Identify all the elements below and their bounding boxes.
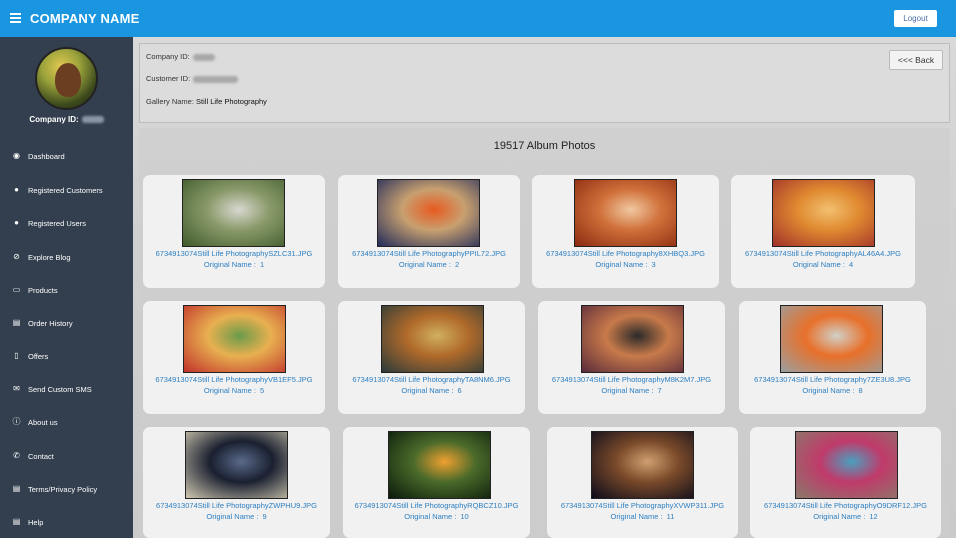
sidebar-item-label: Offers xyxy=(28,352,49,361)
photo-thumbnail[interactable] xyxy=(185,431,288,499)
photo-card[interactable]: 6734913074Still Life PhotographySZLC31.J… xyxy=(143,175,325,288)
photo-thumbnail[interactable] xyxy=(388,431,491,499)
photo-thumbnail[interactable] xyxy=(574,179,677,247)
gallery-name: Still Life Photography xyxy=(196,97,267,106)
photo-card[interactable]: 6734913074Still Life PhotographyVB1EF5.J… xyxy=(143,301,325,414)
gallery-name-line: Gallery Name: Still Life Photography xyxy=(146,97,267,106)
sidebar-item-send-custom-sms[interactable]: ✉ Send Custom SMS xyxy=(0,378,133,400)
sidebar-item-order-history[interactable]: ▤ Order History xyxy=(0,312,133,334)
photo-thumbnail[interactable] xyxy=(183,305,286,373)
sidebar-item-contact[interactable]: ✆ Contact xyxy=(0,445,133,467)
photo-thumbnail[interactable] xyxy=(795,431,898,499)
photo-thumbnail[interactable] xyxy=(182,179,285,247)
sidebar-item-terms-privacy-policy[interactable]: ▤ Terms/Privacy Policy xyxy=(0,478,133,500)
photo-filename[interactable]: 6734913074Still Life PhotographySZLC31.J… xyxy=(143,249,325,258)
photo-original-name: Original Name :9 xyxy=(206,512,267,521)
photo-filename[interactable]: 6734913074Still Life Photography8XHBQ3.J… xyxy=(532,249,719,258)
photo-thumbnail[interactable] xyxy=(381,305,484,373)
photo-thumbnail[interactable] xyxy=(772,179,875,247)
photo-original-name: Original Name :11 xyxy=(610,512,675,521)
photo-filename[interactable]: 6734913074Still Life PhotographyO9DRF12.… xyxy=(750,501,941,510)
sidebar-item-label: Registered Users xyxy=(28,219,86,228)
photo-filename[interactable]: 6734913074Still Life PhotographyRQBCZ10.… xyxy=(343,501,530,510)
photo-filename[interactable]: 6734913074Still Life PhotographyPPIL72.J… xyxy=(338,249,520,258)
dashboard-icon: ◉ xyxy=(13,151,20,160)
photo-filename[interactable]: 6734913074Still Life PhotographyAL46A4.J… xyxy=(731,249,915,258)
photo-thumbnail[interactable] xyxy=(780,305,883,373)
sidebar-item-label: Contact xyxy=(28,452,54,461)
sidebar-item-label: Help xyxy=(28,518,44,527)
menu-icon[interactable] xyxy=(10,13,21,23)
customer-id-line: Customer ID: xyxy=(146,74,239,83)
sidebar-item-label: About us xyxy=(28,418,58,427)
sidebar-item-label: Order History xyxy=(28,319,73,328)
sidebar-item-help[interactable]: ▤ Help xyxy=(0,511,133,533)
brand-name[interactable]: COMPANY NAME xyxy=(30,11,140,26)
sidebar: Company ID: ◉ Dashboard ● Registered Custom… xyxy=(0,37,133,538)
envelope-icon: ✉ xyxy=(13,384,20,393)
photo-card[interactable]: 6734913074Still Life PhotographyTA8NM6.J… xyxy=(338,301,525,414)
photo-filename[interactable]: 6734913074Still Life PhotographyZWPHU9.J… xyxy=(143,501,330,510)
photo-original-name: Original Name :2 xyxy=(398,260,460,269)
photo-thumbnail[interactable] xyxy=(591,431,694,499)
sidebar-item-label: Products xyxy=(28,286,58,295)
sidebar-item-registered-customers[interactable]: ● Registered Customers xyxy=(0,179,133,201)
photo-card[interactable]: 6734913074Still Life PhotographyRQBCZ10.… xyxy=(343,427,530,538)
photo-original-name: Original Name :12 xyxy=(813,512,878,521)
album-count: 19517 Album Photos xyxy=(493,140,596,152)
help-document-icon: ▤ xyxy=(12,517,21,526)
photo-thumbnail[interactable] xyxy=(377,179,480,247)
sidebar-item-label: Terms/Privacy Policy xyxy=(28,485,98,494)
document-icon: ▤ xyxy=(12,484,21,493)
avatar xyxy=(35,47,98,110)
photo-original-name: Original Name :1 xyxy=(203,260,265,269)
company-id-line: Company ID: xyxy=(146,52,215,61)
photo-original-name: Original Name :4 xyxy=(792,260,854,269)
photo-card[interactable]: 6734913074Still Life PhotographyXVWP311.… xyxy=(547,427,738,538)
sidebar-item-label: Registered Customers xyxy=(28,186,103,195)
logout-button[interactable]: Logout xyxy=(894,10,937,27)
photo-thumbnail[interactable] xyxy=(581,305,684,373)
back-button[interactable]: <<< Back xyxy=(889,50,943,70)
photo-original-name: Original Name :8 xyxy=(802,386,863,395)
photo-card[interactable]: 6734913074Still Life PhotographyO9DRF12.… xyxy=(750,427,941,538)
photo-original-name: Original Name :5 xyxy=(203,386,265,395)
sidebar-item-about-us[interactable]: ⓘ About us xyxy=(0,411,133,433)
info-icon: ⓘ xyxy=(12,417,21,426)
sidebar-item-products[interactable]: ▭ Products xyxy=(0,279,133,301)
photo-card[interactable]: 6734913074Still Life PhotographyM8K2M7.J… xyxy=(538,301,725,414)
book-icon: ▤ xyxy=(12,318,21,327)
info-panel: Company ID: Customer ID: Gallery Name: S… xyxy=(139,43,950,123)
photo-filename[interactable]: 6734913074Still Life PhotographyXVWP311.… xyxy=(547,501,738,510)
phone-icon: ✆ xyxy=(13,451,20,460)
sidebar-company-id: Company ID: xyxy=(0,115,133,124)
sidebar-item-label: Send Custom SMS xyxy=(28,385,92,394)
photo-original-name: Original Name :7 xyxy=(601,386,662,395)
photo-original-name: Original Name :3 xyxy=(595,260,656,269)
photo-card[interactable]: 6734913074Still Life Photography8XHBQ3.J… xyxy=(532,175,719,288)
sidebar-item-offers[interactable]: ▯ Offers xyxy=(0,345,133,367)
user-icon: ● xyxy=(14,185,19,194)
compass-icon: ⊘ xyxy=(13,252,20,261)
photo-original-name: Original Name :10 xyxy=(404,512,469,521)
photo-filename[interactable]: 6734913074Still Life PhotographyVB1EF5.J… xyxy=(143,375,325,384)
photo-card[interactable]: 6734913074Still Life Photography7ZE3U8.J… xyxy=(739,301,926,414)
photo-card[interactable]: 6734913074Still Life PhotographyAL46A4.J… xyxy=(731,175,915,288)
photo-filename[interactable]: 6734913074Still Life PhotographyTA8NM6.J… xyxy=(338,375,525,384)
photo-filename[interactable]: 6734913074Still Life Photography7ZE3U8.J… xyxy=(739,375,926,384)
top-bar: COMPANY NAME Logout xyxy=(0,0,956,37)
sidebar-item-explore-blog[interactable]: ⊘ Explore Blog xyxy=(0,246,133,268)
photo-original-name: Original Name :6 xyxy=(401,386,462,395)
sidebar-item-dashboard[interactable]: ◉ Dashboard xyxy=(0,145,133,167)
sidebar-item-label: Dashboard xyxy=(28,152,65,161)
mobile-icon: ▯ xyxy=(14,351,19,360)
photo-card[interactable]: 6734913074Still Life PhotographyZWPHU9.J… xyxy=(143,427,330,538)
sidebar-item-label: Explore Blog xyxy=(28,253,71,262)
photo-filename[interactable]: 6734913074Still Life PhotographyM8K2M7.J… xyxy=(538,375,725,384)
tag-icon: ▭ xyxy=(12,285,21,294)
users-icon: ● xyxy=(14,218,19,227)
sidebar-item-registered-users[interactable]: ● Registered Users xyxy=(0,212,133,234)
photo-card[interactable]: 6734913074Still Life PhotographyPPIL72.J… xyxy=(338,175,520,288)
